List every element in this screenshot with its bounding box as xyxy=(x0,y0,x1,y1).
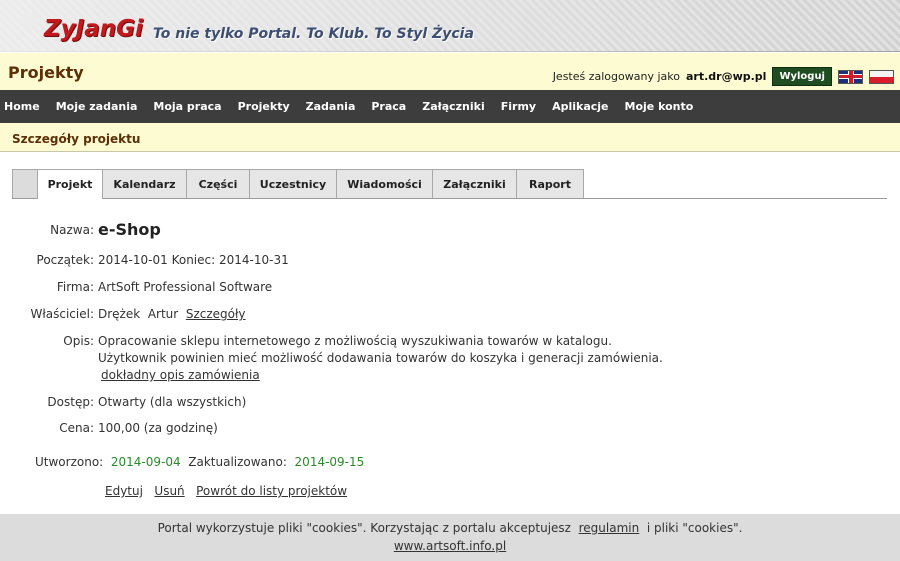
created-label: Utworzono: xyxy=(35,455,104,469)
owner-details-link[interactable]: Szczegóły xyxy=(186,307,246,321)
project-name: e-Shop xyxy=(98,220,161,239)
access-label: Dostęp: xyxy=(47,395,94,409)
back-to-list-link[interactable]: Powrót do listy projektów xyxy=(196,484,347,498)
access-value: Otwarty (dla wszystkich) xyxy=(98,395,247,409)
section-title: Szczegóły projektu xyxy=(12,132,141,146)
cookie-footer: Portal wykorzystuje pliki "cookies". Kor… xyxy=(0,514,900,561)
flag-pl-icon[interactable] xyxy=(869,69,894,84)
tab-attachments[interactable]: Załączniki xyxy=(432,169,517,198)
site-url-link[interactable]: www.artsoft.info.pl xyxy=(394,539,506,553)
project-tabs: Projekt Kalendarz Części Uczestnicy Wiad… xyxy=(12,169,887,199)
nav-work[interactable]: Praca xyxy=(371,100,406,113)
cookie-text-after: i pliki "cookies". xyxy=(646,521,743,535)
order-description-link[interactable]: dokładny opis zamówienia xyxy=(101,368,260,382)
owner-value: Drężek Artur Szczegóły xyxy=(98,307,246,321)
tab-project[interactable]: Projekt xyxy=(37,169,103,199)
user-box: Jesteś zalogowany jako art.dr@wp.pl Wylo… xyxy=(553,67,894,86)
tab-report[interactable]: Raport xyxy=(516,169,584,198)
cookie-text-before: Portal wykorzystuje pliki "cookies". Kor… xyxy=(157,521,571,535)
page-title-bar: Projekty Jesteś zalogowany jako art.dr@w… xyxy=(0,53,900,90)
footer-url-row: www.artsoft.info.pl xyxy=(0,539,900,553)
tab-parts[interactable]: Części xyxy=(186,169,250,198)
section-title-bar: Szczegóły projektu xyxy=(0,123,900,152)
updated-label: Zaktualizowano: xyxy=(188,455,287,469)
flag-uk-icon[interactable] xyxy=(838,69,863,84)
description-line-1: Opracowanie sklepu internetowego z możli… xyxy=(98,334,612,348)
user-email: art.dr@wp.pl xyxy=(685,70,767,83)
nav-my-tasks[interactable]: Moje zadania xyxy=(56,100,138,113)
nav-attachments[interactable]: Załączniki xyxy=(422,100,485,113)
nav-home[interactable]: Home xyxy=(4,100,40,113)
company-label: Firma: xyxy=(56,280,94,294)
site-logo[interactable]: ZyJanGi xyxy=(44,16,143,42)
action-links: Edytuj Usuń Powrót do listy projektów xyxy=(105,484,347,498)
end-date: 2014-10-31 xyxy=(218,253,289,267)
nav-projects[interactable]: Projekty xyxy=(238,100,290,113)
main-nav: Home Moje zadania Moja praca Projekty Za… xyxy=(0,90,900,123)
nav-my-work[interactable]: Moja praca xyxy=(153,100,221,113)
company-value: ArtSoft Professional Software xyxy=(98,280,273,294)
description-label: Opis: xyxy=(63,334,94,348)
nav-applications[interactable]: Aplikacje xyxy=(552,100,608,113)
row-timestamps: Utworzono: 2014-09-04 Zaktualizowano: 20… xyxy=(35,455,364,469)
updated-date: 2014-09-15 xyxy=(294,455,365,469)
nav-companies[interactable]: Firmy xyxy=(501,100,536,113)
logout-button[interactable]: Wyloguj xyxy=(772,67,832,86)
created-date: 2014-09-04 xyxy=(110,455,181,469)
tab-spacer xyxy=(12,169,38,198)
cookie-notice: Portal wykorzystuje pliki "cookies". Kor… xyxy=(0,521,900,535)
header-banner: ZyJanGi To nie tylko Portal. To Klub. To… xyxy=(0,0,900,52)
nav-my-account[interactable]: Moje konto xyxy=(625,100,694,113)
site-slogan: To nie tylko Portal. To Klub. To Styl Ży… xyxy=(153,26,474,42)
page-title: Projekty xyxy=(8,63,84,82)
delete-link[interactable]: Usuń xyxy=(154,484,184,498)
end-label: Koniec: xyxy=(171,253,216,267)
owner-first-name: Artur xyxy=(147,307,179,321)
owner-last-name: Drężek xyxy=(98,307,141,321)
tab-participants[interactable]: Uczestnicy xyxy=(249,169,337,198)
tab-calendar[interactable]: Kalendarz xyxy=(102,169,187,198)
edit-link[interactable]: Edytuj xyxy=(105,484,143,498)
dates-value: 2014-10-01 Koniec: 2014-10-31 xyxy=(98,253,289,267)
start-label: Początek: xyxy=(36,253,94,267)
name-label: Nazwa: xyxy=(50,223,94,237)
description-line-2: Użytkownik powinien mieć możliwość dodaw… xyxy=(98,351,663,365)
nav-tasks[interactable]: Zadania xyxy=(306,100,356,113)
start-date: 2014-10-01 xyxy=(98,253,168,267)
terms-link[interactable]: regulamin xyxy=(579,521,640,535)
owner-label: Właściciel: xyxy=(30,307,94,321)
logged-in-label: Jesteś zalogowany jako xyxy=(552,70,680,83)
price-value: 100,00 (za godzinę) xyxy=(98,421,218,435)
price-label: Cena: xyxy=(59,421,94,435)
tab-messages[interactable]: Wiadomości xyxy=(336,169,433,198)
